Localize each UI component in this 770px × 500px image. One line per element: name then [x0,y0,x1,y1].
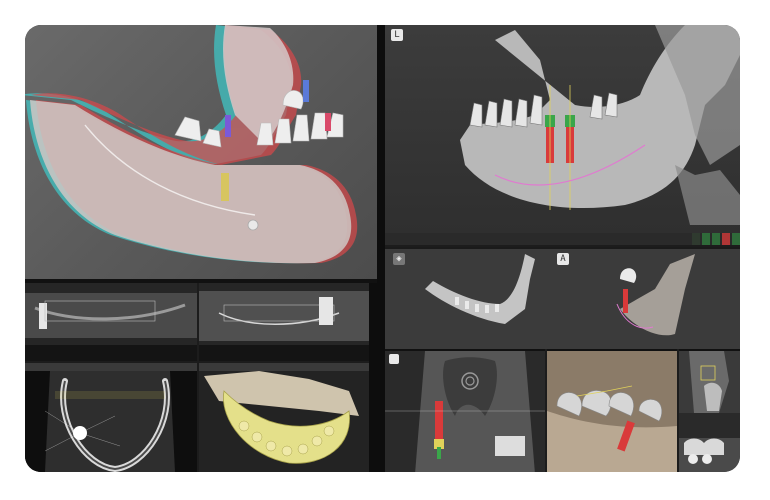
status-item-2[interactable] [702,233,710,245]
model-3d-view[interactable] [199,371,369,472]
implant-marker-3[interactable] [325,113,331,131]
status-item-3[interactable] [712,233,720,245]
implant-marker-4[interactable] [221,173,229,201]
view-label-badge: A [557,253,569,265]
ct-slice-panoramic-2 [199,283,369,361]
axial-ct-view[interactable] [25,371,197,472]
side-thumb-render-2 [679,413,740,464]
side-thumb-top[interactable] [679,349,740,413]
model-toolbar[interactable] [199,363,369,371]
implant-dual-view[interactable] [623,289,628,313]
status-item-1[interactable] [692,233,700,245]
status-item-5[interactable] [732,233,740,245]
mandible-anaglyph-render [25,25,358,264]
app-frame: L ◈ A [25,25,740,472]
implant-planning-view[interactable]: L [385,25,740,233]
closeup-teeth-render [547,351,677,472]
coronal-ct-view[interactable] [385,349,545,472]
panoramic-ct-view-1[interactable] [25,283,197,361]
view-label-badge: L [391,29,403,41]
dual-3d-view[interactable]: ◈ A [385,247,740,349]
view-cube-icon[interactable]: ◈ [393,253,405,265]
mandible-bone-render [460,25,740,225]
dental-model-render [199,371,369,472]
status-item-4[interactable] [722,233,730,245]
side-thumb-render [689,351,729,413]
anaglyph-3d-view[interactable] [25,25,377,279]
view-label-badge [389,354,399,364]
closeup-3d-view[interactable] [547,349,677,472]
coronal-ct-slice [385,351,545,472]
ct-slice-axial [25,371,197,472]
implant-marker-1[interactable] [225,115,231,137]
implant-marker-2[interactable] [303,80,309,102]
panoramic-ct-view-2[interactable] [199,283,369,361]
scroll-gutter[interactable] [369,283,377,472]
planning-status-strip [385,233,740,245]
panel-divider-vertical[interactable] [377,25,385,472]
axial-toolbar[interactable] [25,363,197,371]
side-thumb-bottom[interactable] [679,413,740,472]
ct-slice-panoramic-1 [25,283,197,361]
